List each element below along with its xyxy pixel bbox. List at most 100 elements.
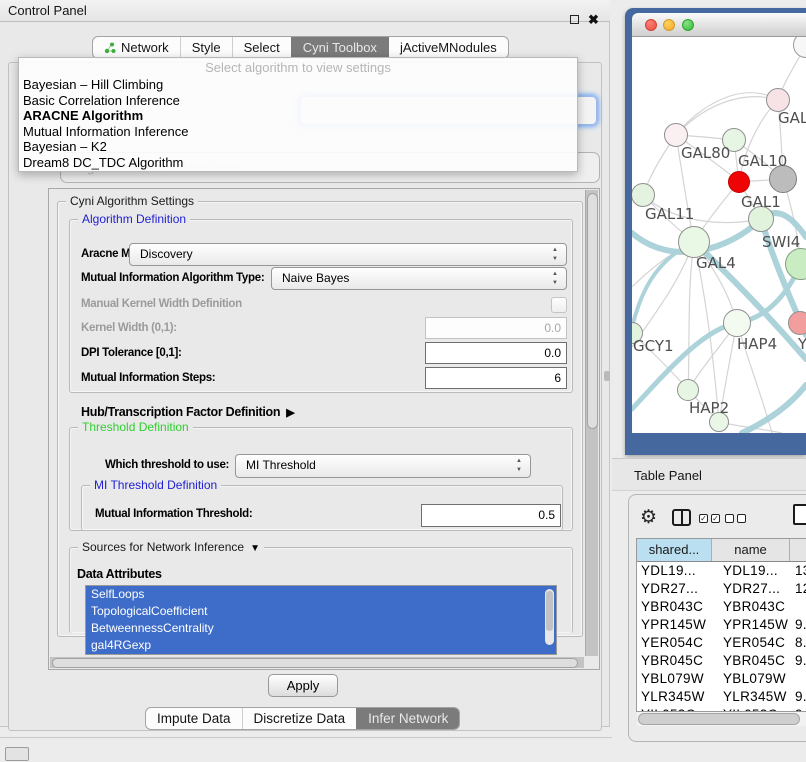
tab-cyni-toolbox[interactable]: Cyni Toolbox (291, 37, 388, 58)
table-horizontal-scrollbar[interactable] (637, 712, 806, 726)
cell-shared-name: YLR345W (637, 688, 723, 706)
cyni-bottom-tabs: Impute DataDiscretize DataInfer Network (145, 707, 460, 730)
cell-extra: 12 (793, 580, 806, 598)
cell-name: YBL079W (723, 670, 793, 688)
cell-name: YDR27... (723, 580, 793, 598)
attribute-option-betweennesscentrality[interactable]: BetweennessCentrality (86, 620, 556, 637)
tab-select[interactable]: Select (232, 37, 291, 58)
algorithm-option-basic-correlation-inference[interactable]: Basic Correlation Inference (19, 93, 577, 109)
hub-definition-toggle[interactable]: Hub/Transcription Factor Definition ▶ (81, 405, 294, 419)
cell-shared-name: YBR045C (637, 652, 723, 670)
data-attributes-list[interactable]: SelfLoopsTopologicalCoefficientBetweenne… (85, 585, 557, 655)
node-attribute-table[interactable]: shared... name YDL19...YDL19...13YDR27..… (636, 538, 806, 712)
cell-shared-name: YDR27... (637, 580, 723, 598)
collapse-arrow-icon: ▶ (286, 406, 294, 419)
table-row[interactable]: YPR145WYPR145W9. (637, 616, 806, 634)
traffic-light-minimize-icon[interactable] (663, 19, 675, 31)
deselect-all-columns-icon[interactable] (725, 514, 746, 523)
tab-discretize-data[interactable]: Discretize Data (242, 708, 357, 729)
sources-title: Sources for Network Inference (82, 540, 244, 554)
tab-label: Network (121, 36, 169, 59)
bottom-divider (0, 737, 612, 738)
table-body: YDL19...YDL19...13YDR27...YDR27...12YBR0… (637, 562, 806, 712)
select-all-columns-icon[interactable]: ✓ ✓ (699, 514, 720, 523)
column-layout-icon[interactable] (672, 509, 691, 526)
column-header-extra[interactable] (790, 539, 806, 561)
attribute-option-topologicalcoefficient[interactable]: TopologicalCoefficient (86, 603, 556, 620)
node-label-gal80: GAL80 (681, 144, 730, 162)
cell-extra: 9. (793, 652, 806, 670)
node-label-y: Y (798, 335, 806, 353)
algorithm-prompt: Select algorithm to view settings (19, 58, 577, 77)
kernel-width-field: 0.0 (425, 317, 567, 339)
cell-extra: 9. (793, 616, 806, 634)
gear-icon[interactable]: ⚙ (640, 507, 657, 529)
export-table-icon[interactable] (793, 504, 806, 525)
node-label-hap2: HAP2 (689, 399, 729, 417)
mi-algorithm-type-value: Naive Bayes (282, 271, 349, 285)
which-threshold-label: Which threshold to use: (105, 459, 229, 471)
algorithm-option-aracne-algorithm[interactable]: ARACNE Algorithm (19, 108, 577, 124)
network-window-titlebar[interactable] (632, 13, 806, 37)
apply-button[interactable]: Apply (268, 674, 338, 697)
tab-network[interactable]: Network (93, 37, 180, 58)
mi-algorithm-type-combo[interactable]: Naive Bayes ▲▼ (271, 267, 567, 290)
mi-threshold-field[interactable]: 0.5 (421, 504, 561, 527)
close-icon[interactable]: ✖ (588, 11, 599, 29)
tab-jactivemnodules[interactable]: jActiveMNodules (388, 37, 508, 58)
aracne-mode-combo[interactable]: Discovery ▲▼ (129, 243, 567, 266)
algorithm-option-bayesian-hill-climbing[interactable]: Bayesian – Hill Climbing (19, 77, 577, 93)
mi-steps-field[interactable]: 6 (425, 367, 567, 389)
spinner-icon: ▲▼ (550, 270, 560, 288)
splitter-handle[interactable] (604, 371, 610, 381)
spinner-down-icon: ▼ (516, 466, 522, 475)
algorithm-definition-legend: Algorithm Definition (78, 212, 190, 226)
traffic-light-close-icon[interactable] (645, 19, 657, 31)
hub-definition-label: Hub/Transcription Factor Definition (81, 405, 280, 419)
mi-threshold-label: Mutual Information Threshold: (95, 508, 252, 520)
node-label-gal11: GAL11 (645, 205, 694, 223)
tab-infer-network[interactable]: Infer Network (356, 708, 459, 729)
attribute-option-gal4rgexp[interactable]: gal4RGexp (86, 637, 556, 654)
float-window-icon[interactable] (570, 15, 579, 24)
cell-name: YBR043C (723, 598, 793, 616)
tab-style[interactable]: Style (180, 37, 232, 58)
tab-impute-data[interactable]: Impute Data (146, 708, 242, 729)
table-row[interactable]: YBL079WYBL079W (637, 670, 806, 688)
checked-box-icon: ✓ (711, 514, 720, 523)
table-row[interactable]: YDR27...YDR27...12 (637, 580, 806, 598)
table-row[interactable]: YDL19...YDL19...13 (637, 562, 806, 580)
algorithm-option-bayesian-k2[interactable]: Bayesian – K2 (19, 139, 577, 155)
manual-kernel-checkbox[interactable] (551, 297, 567, 313)
tab-label: Select (244, 36, 280, 59)
tab-label: Cyni Toolbox (303, 36, 377, 59)
algorithm-option-mutual-information-inference[interactable]: Mutual Information Inference (19, 124, 577, 140)
aracne-mode-value: Discovery (140, 247, 193, 261)
which-threshold-value: MI Threshold (246, 458, 316, 472)
cell-extra (793, 670, 806, 688)
settings-horizontal-scrollbar[interactable] (50, 657, 584, 668)
cell-shared-name: YDL19... (637, 562, 723, 580)
attributes-scrollbar[interactable] (545, 589, 554, 645)
network-view-window[interactable]: GALGAL80GAL10GAL1GAL11SWI4GAL4HAP4YGCY1H… (625, 8, 806, 455)
table-row[interactable]: YBR043CYBR043C (637, 598, 806, 616)
table-row[interactable]: YBR045CYBR045C9. (637, 652, 806, 670)
attribute-option-selfloops[interactable]: SelfLoops (86, 586, 556, 603)
sources-legend[interactable]: Sources for Network Inference▼ (78, 540, 264, 554)
algorithm-option-dream8-dc-tdc-algorithm[interactable]: Dream8 DC_TDC Algorithm (19, 155, 577, 171)
table-row[interactable]: YLR345WYLR345W9. (637, 688, 806, 706)
network-canvas[interactable]: GALGAL80GAL10GAL1GAL11SWI4GAL4HAP4YGCY1H… (632, 37, 806, 433)
settings-vertical-scrollbar[interactable] (585, 190, 598, 656)
column-header-name[interactable]: name (712, 539, 790, 561)
column-header-shared-name[interactable]: shared... (637, 539, 712, 561)
table-row[interactable]: YER054CYER054C8. (637, 634, 806, 652)
cell-shared-name: YPR145W (637, 616, 723, 634)
control-panel-tabs: Network Style Select Cyni Toolbox jActiveMNo… (92, 36, 509, 59)
node-label-hap4: HAP4 (737, 335, 777, 353)
dpi-tolerance-field[interactable]: 0.0 (425, 342, 567, 364)
which-threshold-combo[interactable]: MI Threshold ▲▼ (235, 454, 531, 478)
traffic-light-zoom-icon[interactable] (682, 19, 694, 31)
minimized-panel-stub[interactable] (5, 747, 29, 761)
cell-shared-name: YBR043C (637, 598, 723, 616)
cell-name: YER054C (723, 634, 793, 652)
